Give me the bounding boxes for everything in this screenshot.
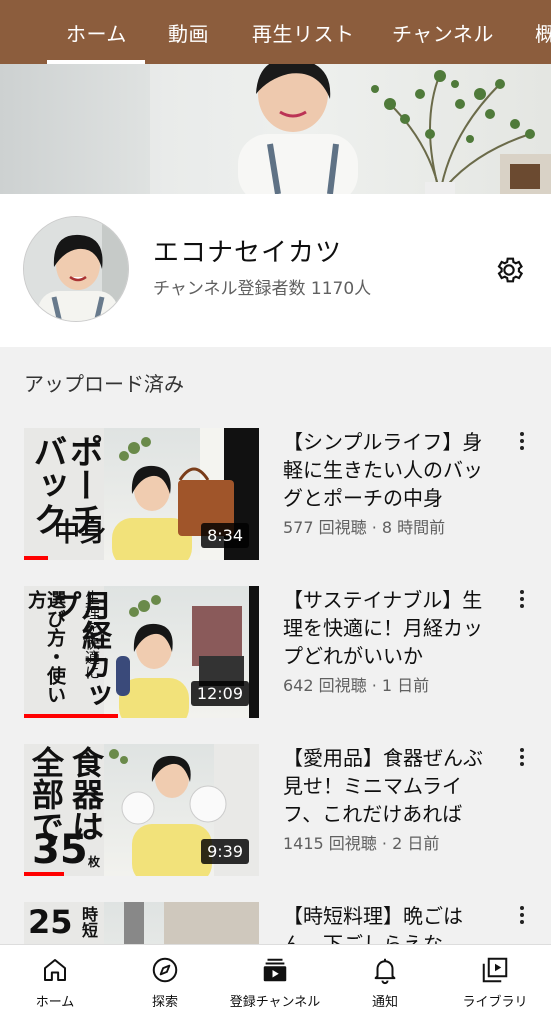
thumbnail-caption: 選び方・使い方 bbox=[25, 590, 66, 704]
thumbnail-image bbox=[124, 902, 259, 944]
video-item[interactable]: 食器は 全部で 35 枚 9:39 【愛用品】食器ぜんぶ見せ！ミニマムライフ、こ… bbox=[0, 744, 551, 884]
video-title[interactable]: 【時短料理】晩ごはん、下ごしらえな bbox=[283, 902, 498, 944]
video-duration: 9:39 bbox=[201, 839, 249, 864]
nav-subscriptions-label: 登録チャンネル bbox=[229, 995, 321, 1010]
library-icon bbox=[482, 957, 508, 983]
channel-name: エコナセイカツ bbox=[153, 238, 343, 268]
video-item[interactable]: バック ポーチ 中身 8:34 【シンプルライフ】身軽に生きたい人のバッグとポー… bbox=[0, 428, 551, 568]
watch-progress-bar bbox=[24, 872, 64, 876]
video-meta: 577 回視聴 · 8 時間前 bbox=[283, 518, 446, 537]
subscriber-count: チャンネル登録者数 1170人 bbox=[153, 279, 372, 299]
thumbnail-caption: 時短 bbox=[79, 906, 98, 938]
video-thumbnail[interactable]: 食器は 全部で 35 枚 9:39 bbox=[24, 744, 259, 876]
video-title[interactable]: 【シンプルライフ】身軽に生きたい人のバッグとポーチの中身 bbox=[283, 428, 498, 512]
video-item[interactable]: 月経カップ 生理を快適に 選び方・使い方 12:09 【サステイナブル】生理を快… bbox=[0, 586, 551, 726]
nav-home-label: ホーム bbox=[35, 995, 75, 1010]
video-title[interactable]: 【サステイナブル】生理を快適に！月経カップどれがいいか bbox=[283, 586, 498, 670]
tab-playlists[interactable]: 再生リスト bbox=[252, 18, 355, 47]
nav-notifications-label: 通知 bbox=[371, 995, 398, 1010]
channel-avatar[interactable] bbox=[23, 216, 129, 322]
video-meta: 1415 回視聴 · 2 日前 bbox=[283, 834, 440, 853]
uploads-section-title: アップロード済み bbox=[24, 372, 184, 396]
video-thumbnail[interactable]: 25 時短 bbox=[24, 902, 259, 944]
nav-notifications[interactable]: 通知 bbox=[330, 945, 440, 1024]
more-options-icon[interactable] bbox=[512, 904, 532, 928]
more-options-icon[interactable] bbox=[512, 430, 532, 454]
channel-header: エコナセイカツ チャンネル登録者数 1170人 bbox=[0, 194, 551, 347]
banner-wall bbox=[0, 64, 150, 194]
bell-icon bbox=[374, 958, 396, 985]
tab-channels[interactable]: チャンネル bbox=[392, 18, 494, 47]
more-options-icon[interactable] bbox=[512, 746, 532, 770]
tab-home[interactable]: ホーム bbox=[66, 18, 127, 47]
tab-about[interactable]: 概 bbox=[535, 18, 551, 47]
thumbnail-caption: 25 bbox=[28, 903, 73, 941]
compass-icon bbox=[152, 957, 178, 983]
nav-explore[interactable]: 探索 bbox=[110, 945, 220, 1024]
thumbnail-caption: 中身 bbox=[54, 518, 107, 548]
video-duration: 12:09 bbox=[190, 681, 249, 706]
banner-plant-image bbox=[371, 70, 551, 194]
tab-videos[interactable]: 動画 bbox=[168, 18, 209, 47]
video-thumbnail[interactable]: バック ポーチ 中身 8:34 bbox=[24, 428, 259, 560]
avatar-image bbox=[24, 217, 128, 321]
video-title[interactable]: 【愛用品】食器ぜんぶ見せ！ミニマムライフ、これだけあれば bbox=[283, 744, 498, 828]
watch-progress-bar bbox=[24, 556, 48, 560]
watch-progress-bar bbox=[24, 714, 118, 718]
nav-subscriptions[interactable]: 登録チャンネル bbox=[220, 945, 330, 1024]
video-meta: 642 回視聴 · 1 日前 bbox=[283, 676, 430, 695]
nav-home[interactable]: ホーム bbox=[0, 945, 110, 1024]
more-options-icon[interactable] bbox=[512, 588, 532, 612]
thumbnail-caption: 枚 bbox=[88, 855, 101, 869]
nav-library-label: ライブラリ bbox=[462, 995, 528, 1010]
settings-gear-icon[interactable] bbox=[493, 254, 525, 286]
nav-library[interactable]: ライブラリ bbox=[440, 945, 550, 1024]
video-thumbnail[interactable]: 月経カップ 生理を快適に 選び方・使い方 12:09 bbox=[24, 586, 259, 718]
channel-tab-bar: ホーム 動画 再生リスト チャンネル 概 bbox=[0, 0, 551, 64]
thumbnail-caption: 35 bbox=[32, 827, 88, 873]
thumbnail-caption: 生理を快適に bbox=[83, 590, 101, 680]
video-item[interactable]: 25 時短 【時短料理】晩ごはん、下ごしらえな bbox=[0, 902, 551, 944]
home-icon bbox=[44, 959, 66, 981]
video-duration: 8:34 bbox=[201, 523, 249, 548]
bottom-navigation: ホーム 探索 登録チャンネル 通知 ライブラリ bbox=[0, 944, 551, 1024]
subscriptions-icon bbox=[263, 958, 287, 982]
nav-explore-label: 探索 bbox=[151, 995, 178, 1010]
channel-banner bbox=[0, 64, 551, 194]
